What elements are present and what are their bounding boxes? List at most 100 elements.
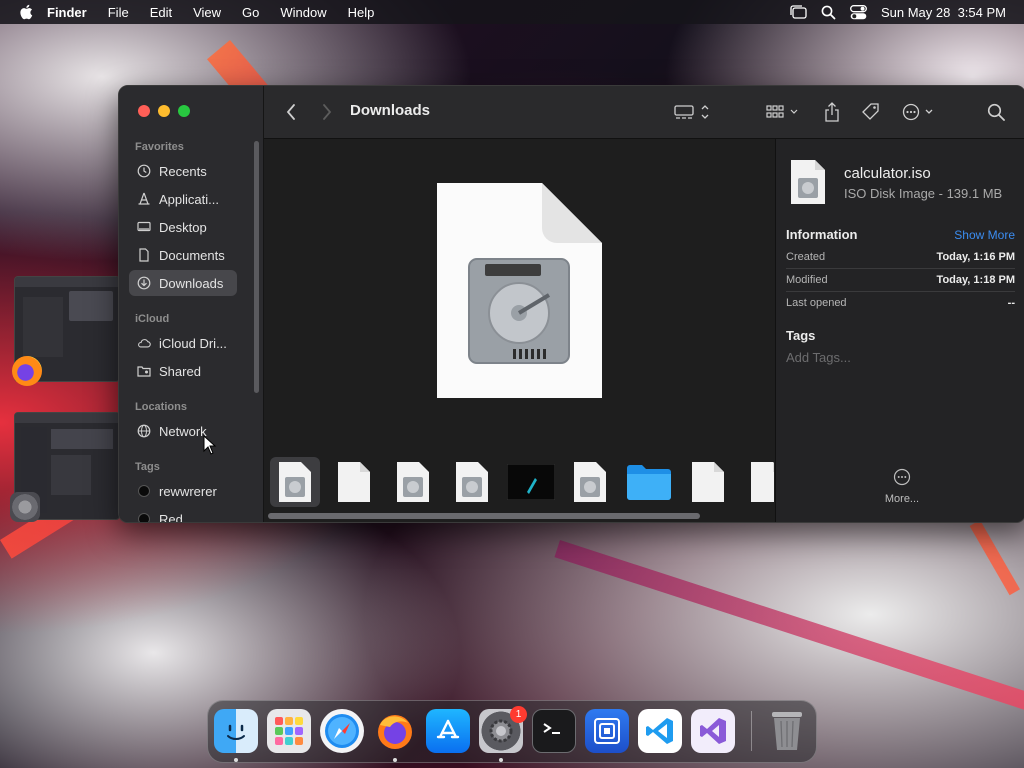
info-row-key: Last opened	[786, 297, 847, 309]
thumbnail-image[interactable]	[506, 457, 556, 507]
sidebar-item-tag-rewwrerer[interactable]: rewwrerer	[129, 478, 237, 504]
menu-clock[interactable]: Sun May 28 3:54 PM	[881, 5, 1006, 20]
dock-system-settings[interactable]: 1	[479, 706, 527, 753]
tag-color-dot-icon	[137, 484, 151, 498]
dock-virtual-machine[interactable]	[585, 709, 629, 753]
gallery-view-icon	[674, 105, 709, 119]
sidebar-scrollbar[interactable]	[254, 141, 259, 393]
info-row-modified: Modified Today, 1:18 PM	[786, 269, 1015, 292]
ellipsis-circle-icon[interactable]	[893, 468, 911, 486]
close-button[interactable]	[138, 105, 150, 117]
firefox-stage-icon[interactable]	[12, 356, 42, 386]
disk-image-file-icon	[791, 160, 825, 204]
folder-icon	[627, 465, 671, 500]
menu-help[interactable]: Help	[348, 5, 375, 20]
dock-safari[interactable]	[320, 709, 364, 753]
control-center-icon[interactable]	[850, 4, 867, 20]
apple-icon[interactable]	[19, 4, 33, 20]
shared-folder-icon	[137, 364, 151, 378]
group-by-button[interactable]	[766, 100, 802, 124]
add-tags-field[interactable]: Add Tags...	[786, 350, 851, 365]
dock-visual-studio[interactable]	[691, 709, 735, 753]
disk-image-file-icon	[574, 462, 606, 502]
system-settings-stage-icon[interactable]	[10, 492, 40, 522]
menu-view[interactable]: View	[193, 5, 221, 20]
sidebar-section-locations: Locations	[135, 401, 187, 413]
dock-launchpad[interactable]	[267, 709, 311, 753]
more-actions-label[interactable]: More...	[882, 493, 922, 505]
thumbnail-iso-selected[interactable]	[270, 457, 320, 507]
show-more-link[interactable]: Show More	[954, 228, 1015, 242]
thumbnail-document[interactable]	[742, 457, 774, 507]
sidebar-item-desktop[interactable]: Desktop	[129, 214, 237, 240]
forward-button[interactable]	[318, 100, 336, 124]
sidebar-item-recents[interactable]: Recents	[129, 158, 237, 184]
menu-edit[interactable]: Edit	[150, 5, 172, 20]
more-actions-button[interactable]	[902, 100, 938, 124]
file-preview[interactable]	[437, 183, 602, 398]
thumbnail-document[interactable]	[683, 457, 733, 507]
menu-window[interactable]: Window	[280, 5, 326, 20]
sidebar-item-documents[interactable]: Documents	[129, 242, 237, 268]
menu-file[interactable]: File	[108, 5, 129, 20]
disk-image-file-icon	[279, 462, 311, 502]
image-file-icon	[507, 464, 555, 500]
thumbnail-document[interactable]	[329, 457, 379, 507]
menu-bar: Finder File Edit View Go Window Help Sun…	[0, 0, 1024, 24]
gallery-horizontal-scrollbar[interactable]	[268, 513, 700, 519]
info-row-created: Created Today, 1:16 PM	[786, 246, 1015, 269]
globe-icon	[137, 424, 151, 438]
file-kind-size: ISO Disk Image - 139.1 MB	[844, 186, 1003, 201]
search-button[interactable]	[986, 100, 1006, 124]
dock-finder[interactable]	[214, 709, 258, 753]
sidebar-item-network[interactable]: Network	[129, 418, 237, 444]
thumbnail-folder[interactable]	[624, 457, 674, 507]
zoom-button[interactable]	[178, 105, 190, 117]
tags-button[interactable]	[860, 100, 882, 124]
share-button[interactable]	[822, 100, 842, 124]
view-mode-button[interactable]	[674, 100, 714, 124]
info-row-key: Created	[786, 251, 826, 263]
thumbnail-content	[51, 455, 91, 495]
blank-document-icon	[751, 462, 774, 502]
sidebar-item-applications[interactable]: Applicati...	[129, 186, 237, 212]
finder-sidebar: Favorites Recents Applicati... Desktop D…	[119, 86, 264, 522]
stage-manager-icon[interactable]	[789, 5, 807, 19]
info-panel: calculator.iso ISO Disk Image - 139.1 MB…	[775, 139, 1024, 522]
tags-header: Tags	[786, 328, 816, 343]
chevron-right-icon	[323, 104, 332, 120]
launchpad-icon	[275, 717, 303, 745]
sidebar-item-shared[interactable]: Shared	[129, 358, 237, 384]
sidebar-item-downloads[interactable]: Downloads	[129, 270, 237, 296]
sidebar-item-label: Documents	[159, 247, 225, 263]
spotlight-search-icon[interactable]	[821, 5, 836, 20]
menu-app-finder[interactable]: Finder	[47, 5, 87, 20]
sidebar-section-icloud: iCloud	[135, 313, 170, 325]
gallery-view	[264, 139, 774, 522]
dock-terminal[interactable]	[532, 709, 576, 753]
info-row-last-opened: Last opened --	[786, 292, 1015, 314]
sidebar-item-label: Shared	[159, 363, 201, 379]
dock-vscode[interactable]	[638, 709, 682, 753]
info-row-value: Today, 1:16 PM	[936, 251, 1015, 263]
thumbnail-disk-image[interactable]	[388, 457, 438, 507]
sidebar-item-icloud-drive[interactable]: iCloud Dri...	[129, 330, 237, 356]
dock-trash[interactable]	[765, 709, 809, 753]
sidebar-item-tag-red[interactable]: Red	[129, 506, 237, 522]
thumbnail-disk-image[interactable]	[447, 457, 497, 507]
running-indicator	[234, 758, 238, 762]
vscode-icon	[646, 718, 673, 744]
back-button[interactable]	[282, 100, 300, 124]
ellipsis-circle-icon	[902, 103, 933, 121]
menu-go[interactable]: Go	[242, 5, 259, 20]
dock-app-store[interactable]	[426, 709, 470, 753]
thumbnail-titlebar	[15, 413, 119, 423]
dock-firefox[interactable]	[373, 709, 417, 753]
blank-document-icon	[692, 462, 724, 502]
thumbnail-disk-image[interactable]	[565, 457, 615, 507]
thumbnail-content	[69, 291, 113, 321]
wallpaper-stripe	[554, 540, 1024, 712]
thumbnail-content	[23, 297, 63, 357]
minimize-button[interactable]	[158, 105, 170, 117]
dock: 1	[207, 700, 817, 763]
